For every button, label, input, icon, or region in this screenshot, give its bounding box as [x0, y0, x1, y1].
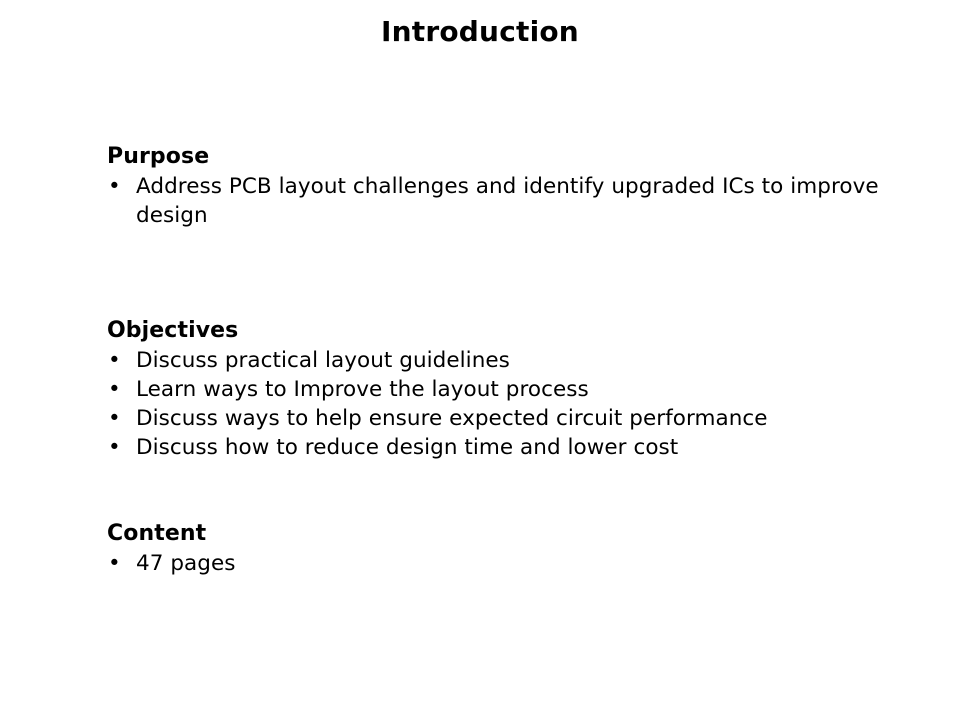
bullet-point-icon: • — [108, 348, 121, 373]
section-heading-objectives: Objectives — [107, 318, 239, 343]
list-item-label: 47 pages — [136, 551, 236, 576]
section-heading-content: Content — [107, 521, 207, 546]
bullet-list-purpose: • Address PCB layout challenges and iden… — [107, 172, 897, 230]
slide-body: Purpose • Address PCB layout challenges … — [107, 142, 897, 578]
list-item-label: Learn ways to Improve the layout process — [136, 377, 589, 402]
bullet-point-icon: • — [108, 174, 121, 199]
list-item: • Address PCB layout challenges and iden… — [107, 172, 897, 230]
bullet-point-icon: • — [108, 551, 121, 576]
section-purpose: Purpose • Address PCB layout challenges … — [107, 142, 897, 230]
list-item-label: Discuss ways to help ensure expected cir… — [136, 406, 768, 431]
list-item: • Discuss practical layout guidelines — [107, 346, 897, 375]
presentation-slide: Introduction Purpose • Address PCB layou… — [0, 0, 960, 720]
bullet-list-objectives: • Discuss practical layout guidelines • … — [107, 346, 897, 462]
section-heading-purpose: Purpose — [107, 144, 210, 169]
list-item-label: Discuss practical layout guidelines — [136, 348, 510, 373]
bullet-point-icon: • — [108, 377, 121, 402]
list-item-label: Address PCB layout challenges and identi… — [136, 174, 879, 228]
list-item: • 47 pages — [107, 549, 897, 578]
list-item-label: Discuss how to reduce design time and lo… — [136, 435, 679, 460]
bullet-list-content: • 47 pages — [107, 549, 897, 578]
bullet-point-icon: • — [108, 406, 121, 431]
list-item: • Learn ways to Improve the layout proce… — [107, 375, 897, 404]
section-content: Content • 47 pages — [107, 462, 897, 578]
page-title: Introduction — [381, 15, 579, 48]
bullet-point-icon: • — [108, 435, 121, 460]
section-objectives: Objectives • Discuss practical layout gu… — [107, 230, 897, 462]
list-item: • Discuss ways to help ensure expected c… — [107, 404, 897, 433]
list-item: • Discuss how to reduce design time and … — [107, 433, 897, 462]
